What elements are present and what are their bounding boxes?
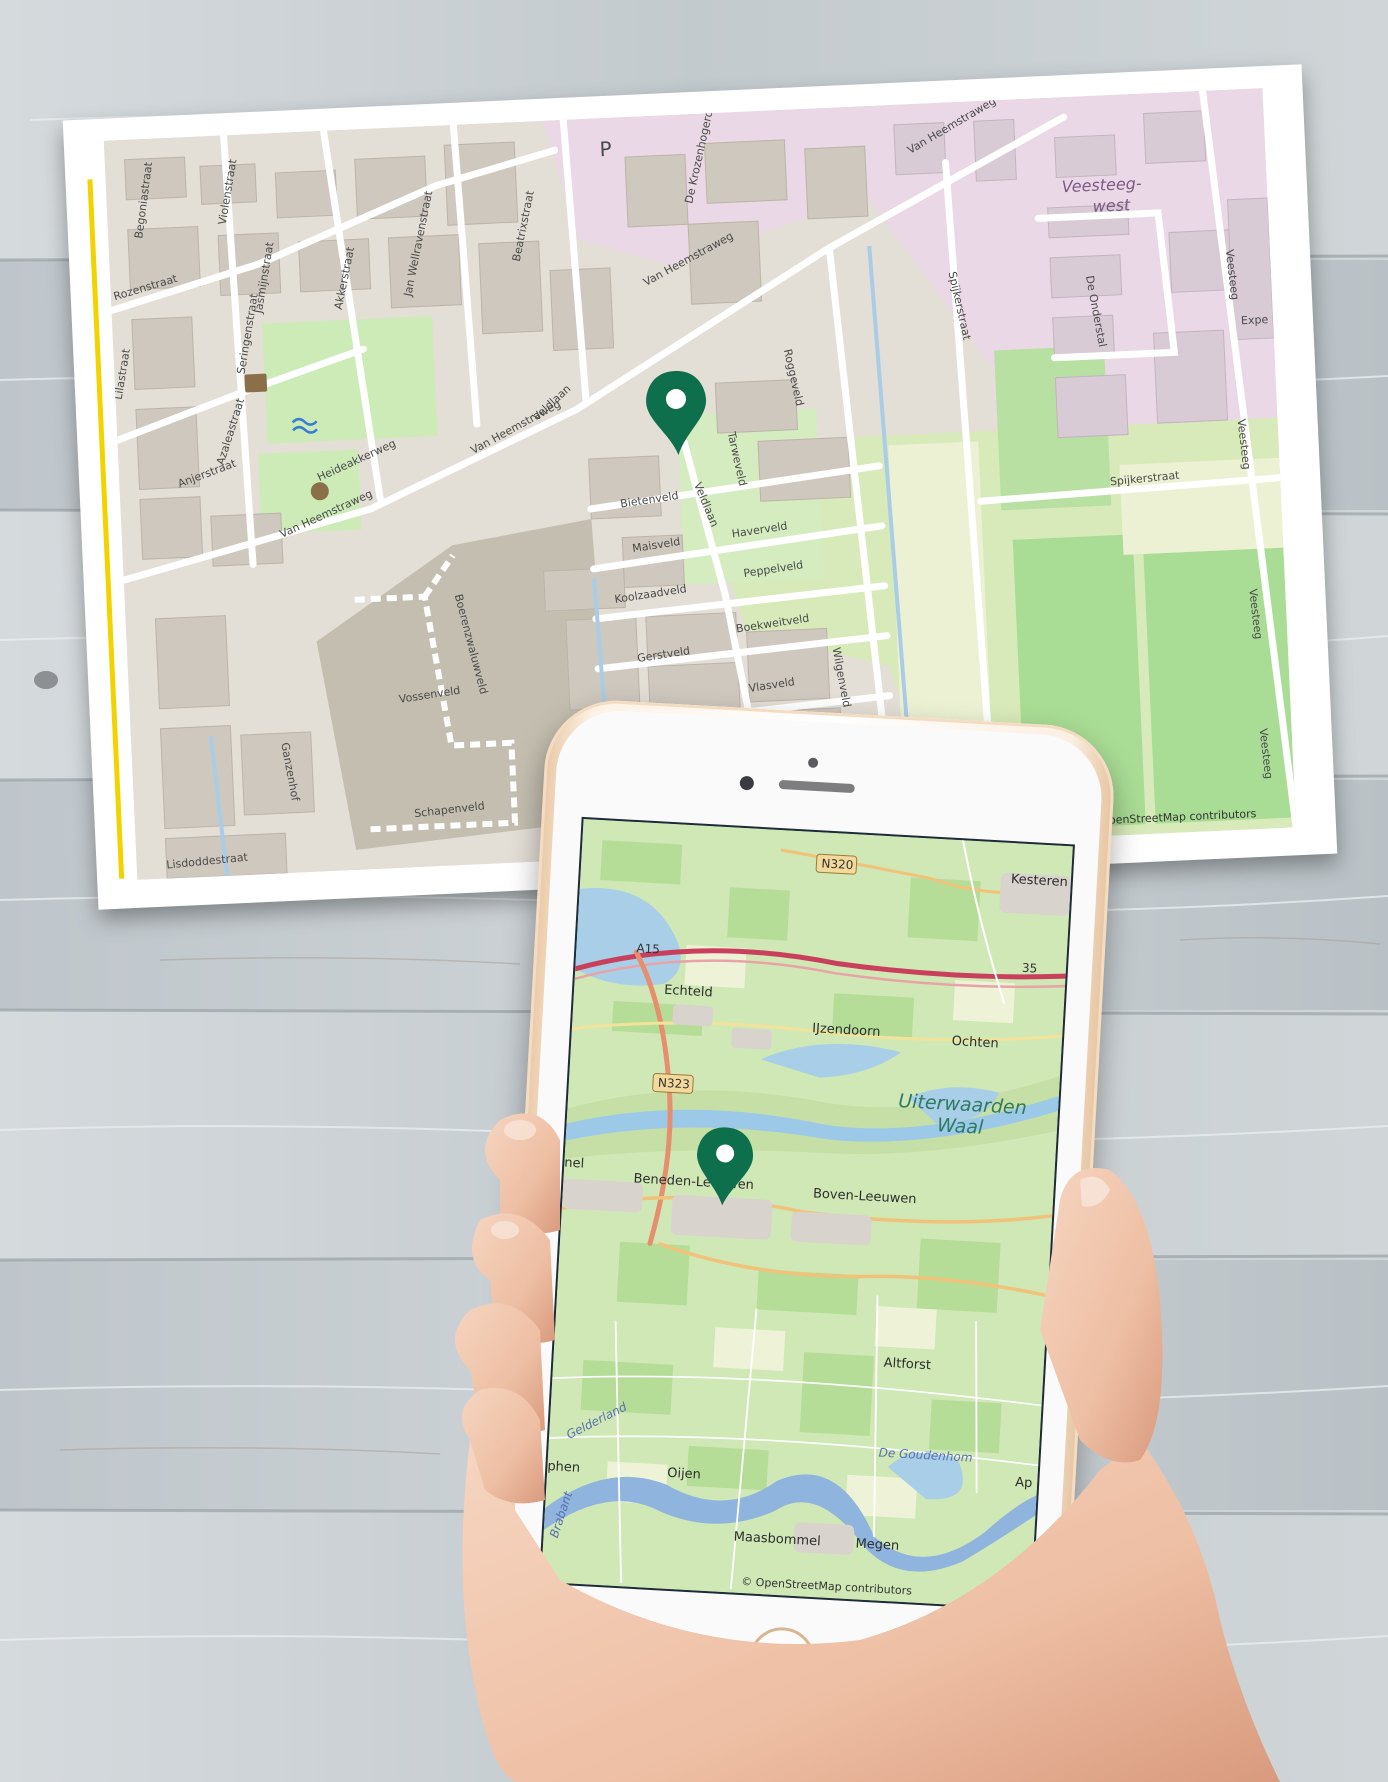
- place-label: Echteld: [664, 983, 713, 1001]
- water-label: Waal: [936, 1114, 984, 1139]
- place-label: Ochten: [951, 1034, 999, 1052]
- library-icon: [244, 373, 268, 393]
- parking-label: P: [599, 137, 612, 162]
- road-shield-label: A15: [636, 941, 660, 956]
- district-label: west: [1092, 195, 1131, 216]
- place-label: nel: [564, 1156, 585, 1172]
- road-shield-n323: N323: [652, 1072, 694, 1094]
- place-label: Megen: [855, 1536, 899, 1553]
- road-shield-label: N320: [821, 856, 854, 872]
- road-shield-label: 35: [1022, 961, 1038, 976]
- district-label: Veesteeg-: [1061, 174, 1142, 197]
- road-shield-n320: N320: [815, 853, 858, 875]
- place-label: Kesteren: [1010, 872, 1068, 890]
- place-label: phen: [547, 1459, 581, 1476]
- phone-screen-map[interactable]: N320 N323 A15 35 Kesteren Echteld IJzend…: [538, 816, 1075, 1612]
- road-shield-label: N323: [658, 1076, 691, 1092]
- place-label: Oijen: [667, 1466, 701, 1483]
- street-label: Expe: [1241, 313, 1269, 327]
- regional-map: N320 N323 A15 35 Kesteren Echteld IJzend…: [540, 819, 1073, 1610]
- place-label: Ap: [1015, 1475, 1033, 1491]
- smartphone: N320 N323 A15 35 Kesteren Echteld IJzend…: [492, 696, 1118, 1728]
- place-label: Altforst: [883, 1356, 931, 1374]
